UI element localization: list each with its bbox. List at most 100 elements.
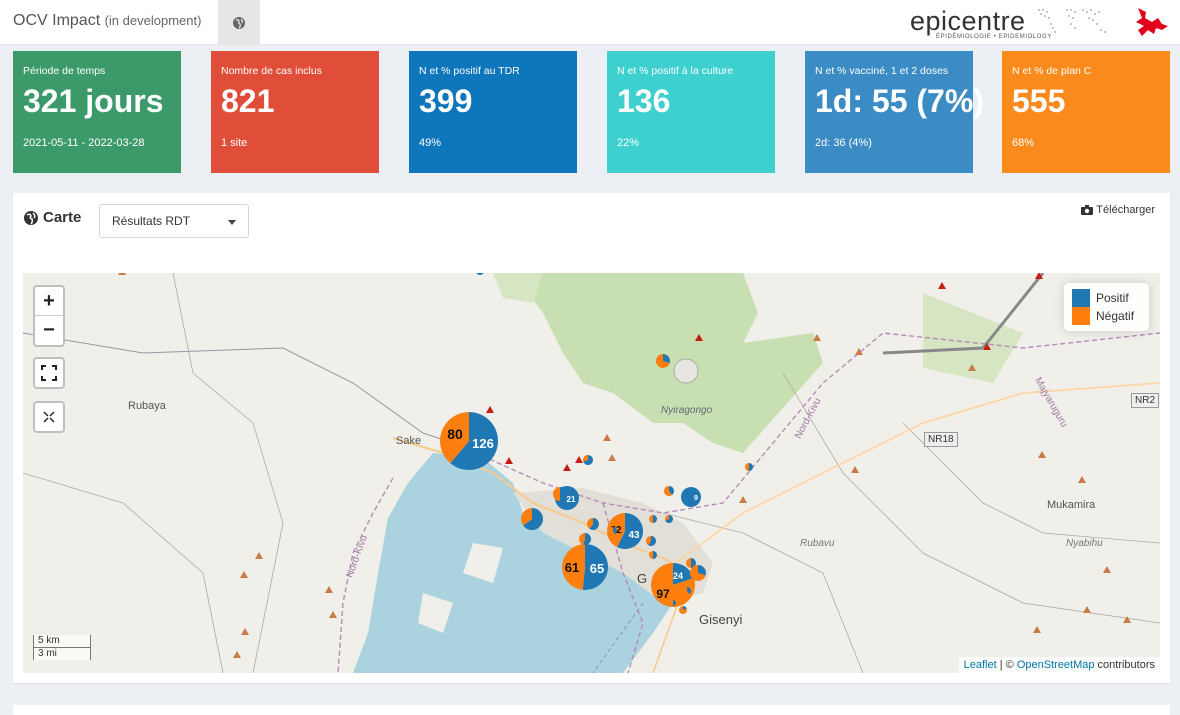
pie-count-label: 9 bbox=[694, 495, 698, 502]
site-marker[interactable] bbox=[476, 273, 484, 275]
reset-view-button[interactable] bbox=[33, 401, 65, 433]
attribution-separator: | © bbox=[996, 659, 1017, 671]
site-marker[interactable] bbox=[655, 354, 670, 368]
pie-count-label: 126 bbox=[472, 436, 494, 451]
site-marker[interactable] bbox=[670, 600, 676, 606]
globe-tab[interactable] bbox=[218, 0, 260, 45]
value-box-tdr: N et % positif au TDR 399 49% bbox=[409, 51, 577, 173]
value-box-vaccinated: N et % vacciné, 1 et 2 doses 1d: 55 (7%)… bbox=[805, 51, 984, 173]
download-button[interactable]: Télécharger bbox=[1081, 204, 1155, 216]
globe-icon bbox=[24, 210, 38, 225]
value-box-value: 1d: 55 (7%) bbox=[815, 83, 984, 119]
pie-slice-negative bbox=[649, 515, 653, 523]
map-scale: 5 km 3 mi bbox=[33, 635, 91, 660]
camera-icon bbox=[1081, 205, 1094, 215]
site-marker[interactable] bbox=[646, 536, 657, 546]
value-box-culture: N et % positif à la culture 136 22% bbox=[607, 51, 775, 173]
legend-item-positive: Positif bbox=[1072, 289, 1141, 307]
map-title-text: Carte bbox=[43, 209, 82, 226]
pie-slice-positive bbox=[681, 487, 701, 507]
pie-count-label: 80 bbox=[447, 426, 463, 442]
site-marker[interactable] bbox=[608, 527, 617, 535]
map-layer-select-value: Résultats RDT bbox=[112, 214, 191, 228]
pie-count-label: 97 bbox=[656, 587, 670, 601]
zoom-control: + − bbox=[33, 285, 65, 347]
map-panel: Carte Résultats RDT Télécharger Rubaya S… bbox=[13, 193, 1170, 683]
legend-item-negative: Négatif bbox=[1072, 307, 1141, 325]
value-box-sub: 68% bbox=[1012, 137, 1035, 149]
value-box-sub: 2021-05-11 - 2022-03-28 bbox=[23, 137, 145, 149]
caret-down-icon bbox=[228, 220, 236, 225]
value-box-plan-c: N et % de plan C 555 68% bbox=[1002, 51, 1170, 173]
value-box-label: Nombre de cas inclus bbox=[221, 65, 322, 77]
pie-count-label: 43 bbox=[628, 530, 640, 541]
value-box-value: 821 bbox=[221, 83, 275, 119]
cluster-marker-goma-west[interactable]: 61 65 bbox=[561, 544, 608, 590]
value-box-value: 399 bbox=[419, 83, 473, 119]
app-subtitle: (in development) bbox=[104, 13, 202, 28]
legend-label-negative: Négatif bbox=[1096, 309, 1135, 323]
pie-slice-positive bbox=[653, 551, 657, 559]
legend-swatch-positive bbox=[1072, 289, 1090, 307]
world-map-logo-icon bbox=[1038, 9, 1106, 33]
fullscreen-button[interactable] bbox=[33, 357, 65, 389]
site-marker[interactable] bbox=[649, 515, 657, 523]
pie-count-label: 65 bbox=[590, 561, 604, 576]
logo-area: epicentre ÉPIDÉMIOLOGIE • EPIDEMIOLOGY bbox=[910, 0, 1180, 45]
pie-slice-negative bbox=[745, 463, 749, 471]
cluster-marker-sake[interactable]: 80 126 bbox=[439, 412, 498, 470]
site-marker[interactable] bbox=[664, 486, 674, 497]
epicentre-logo-text: epicentre bbox=[910, 6, 1026, 36]
site-marker[interactable] bbox=[679, 606, 687, 614]
value-box-value: 136 bbox=[617, 83, 671, 119]
map-panel-title: Carte bbox=[23, 209, 81, 226]
pie-slice-negative bbox=[649, 551, 653, 559]
leaflet-link[interactable]: Leaflet bbox=[964, 659, 997, 671]
site-marker[interactable] bbox=[521, 508, 543, 530]
fullscreen-icon bbox=[41, 365, 57, 381]
site-marker[interactable] bbox=[649, 551, 657, 559]
value-box-label: N et % positif au TDR bbox=[419, 65, 520, 77]
zoom-out-button[interactable]: − bbox=[35, 316, 63, 345]
value-box-label: N et % positif à la culture bbox=[617, 65, 734, 77]
site-marker[interactable] bbox=[587, 518, 600, 530]
site-marker[interactable] bbox=[553, 487, 567, 501]
pie-markers-layer: 80126616532439724219 bbox=[439, 273, 753, 614]
map-legend: Positif Négatif bbox=[1064, 283, 1149, 331]
pie-slice-positive bbox=[476, 273, 484, 275]
pie-slice-negative bbox=[686, 558, 691, 568]
pie-count-label: 21 bbox=[567, 495, 576, 504]
value-box-cases: Nombre de cas inclus 821 1 site bbox=[211, 51, 379, 173]
site-marker[interactable] bbox=[690, 565, 706, 581]
pie-slice-positive bbox=[749, 463, 753, 471]
pie-count-label: 61 bbox=[565, 560, 579, 575]
pie-slice-negative bbox=[553, 487, 560, 501]
zoom-in-button[interactable]: + bbox=[35, 287, 63, 316]
pie-slice-positive bbox=[653, 515, 657, 523]
site-marker[interactable] bbox=[745, 463, 753, 471]
site-marker[interactable] bbox=[682, 587, 691, 595]
value-box-label: N et % de plan C bbox=[1012, 65, 1092, 77]
value-box-value: 321 jours bbox=[23, 83, 164, 119]
site-marker[interactable] bbox=[583, 455, 593, 465]
value-box-label: Période de temps bbox=[23, 65, 106, 77]
value-box-value: 555 bbox=[1012, 83, 1066, 119]
value-box-label: N et % vacciné, 1 et 2 doses bbox=[815, 65, 949, 77]
next-panel bbox=[13, 705, 1170, 715]
map-attribution: Leaflet | © OpenStreetMap contributors bbox=[958, 657, 1160, 673]
download-label: Télécharger bbox=[1096, 204, 1155, 216]
map-layer-select[interactable]: Résultats RDT bbox=[99, 204, 249, 238]
pie-count-label: 24 bbox=[673, 571, 683, 581]
app-title-text: OCV Impact bbox=[13, 12, 101, 29]
site-marker[interactable] bbox=[579, 533, 592, 545]
attribution-tail: contributors bbox=[1094, 659, 1155, 671]
osm-link[interactable]: OpenStreetMap bbox=[1017, 659, 1095, 671]
compress-icon bbox=[43, 411, 55, 423]
site-marker[interactable] bbox=[665, 515, 673, 523]
leaflet-map[interactable]: Rubaya Sake Nyiragongo Nord-Kivu Mukamir… bbox=[23, 273, 1160, 673]
app-title: OCV Impact (in development) bbox=[13, 12, 201, 30]
cluster-marker-east[interactable]: 9 bbox=[681, 487, 701, 507]
legend-label-positive: Positif bbox=[1096, 291, 1129, 305]
msf-logo-icon bbox=[1136, 8, 1168, 36]
value-box-sub: 22% bbox=[617, 137, 640, 149]
